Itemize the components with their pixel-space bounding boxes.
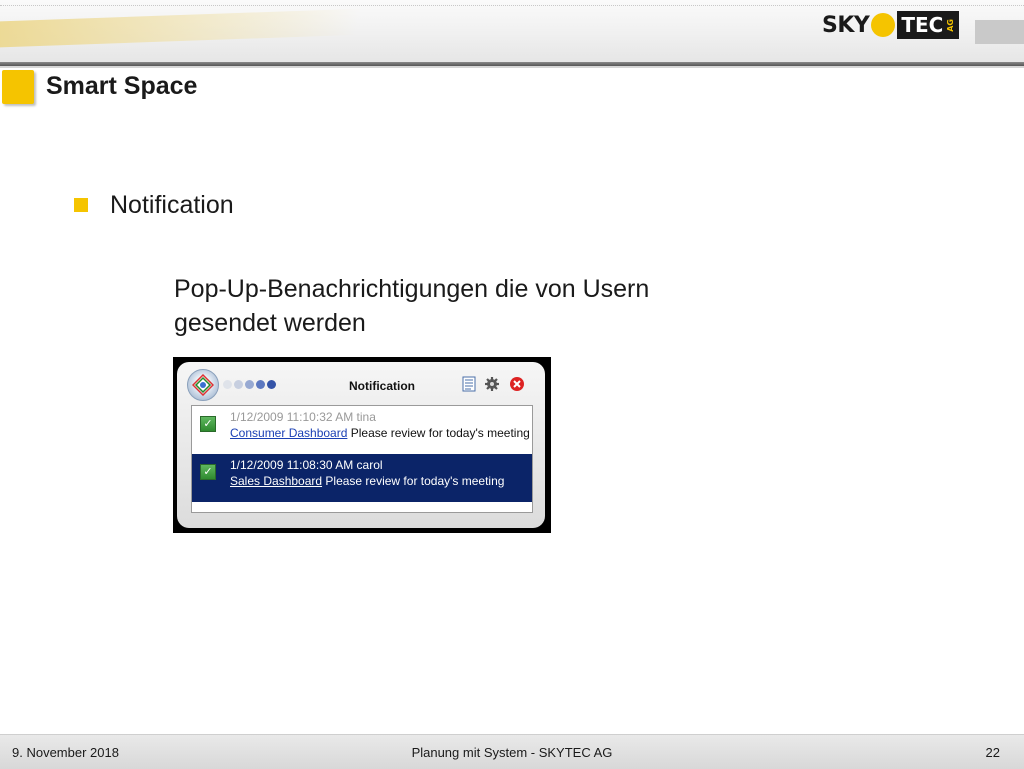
footer-center-text: Planung mit System - SKYTEC AG [411, 745, 613, 760]
app-logo-icon[interactable] [187, 369, 219, 401]
dashboard-link[interactable]: Sales Dashboard [230, 474, 322, 488]
logo-text-right-block: TEC AG [897, 11, 960, 39]
pager-dot [223, 380, 232, 389]
notification-item[interactable]: ✓ 1/12/2009 11:10:32 AM tina Consumer Da… [192, 406, 532, 454]
pager-dot [245, 380, 254, 389]
logo-grey-bar [975, 20, 1024, 44]
notification-message-line: Consumer Dashboard Please review for tod… [230, 426, 530, 440]
page-number: 22 [985, 745, 1000, 760]
close-icon[interactable] [509, 376, 525, 392]
checkbox-checked-icon[interactable]: ✓ [200, 464, 216, 480]
notification-window: Notification ✓ 1/12/2009 11:10:32 AM tin… [177, 362, 545, 528]
logo-text-left: SKY [822, 12, 870, 38]
slide-title: Smart Space [46, 72, 198, 100]
skytec-logo: SKY TEC AG [822, 10, 972, 40]
pager-dots [223, 380, 276, 389]
settings-gear-icon[interactable] [484, 376, 500, 392]
pager-dot [256, 380, 265, 389]
header-dotted-line [0, 5, 1024, 8]
notification-timestamp: 1/12/2009 11:10:32 AM tina [230, 410, 376, 424]
title-marker [2, 70, 34, 104]
logo-text-right: TEC [901, 13, 944, 37]
description-line-1: Pop-Up-Benachrichtigungen die von Usern [174, 275, 650, 303]
notification-title: Notification [349, 379, 415, 393]
logo-suffix: AG [946, 18, 956, 32]
pager-dot [234, 380, 243, 389]
bullet-text: Notification [110, 191, 234, 219]
notification-message-line: Sales Dashboard Please review for today'… [230, 474, 504, 488]
checkbox-checked-icon[interactable]: ✓ [200, 416, 216, 432]
pager-dot [267, 380, 276, 389]
description: Pop-Up-Benachrichtigungen die von Usern … [174, 272, 694, 340]
notification-screenshot: Notification ✓ 1/12/2009 11:10:32 AM tin… [173, 357, 551, 533]
footer-bar: 9. November 2018 Planung mit System - SK… [0, 734, 1024, 769]
header-divider-light [0, 66, 1024, 68]
logo-sun-icon [871, 13, 896, 37]
notification-item-selected[interactable]: ✓ 1/12/2009 11:08:30 AM carol Sales Dash… [192, 454, 532, 502]
notification-timestamp: 1/12/2009 11:08:30 AM carol [230, 458, 383, 472]
bullet-marker [74, 198, 88, 212]
notification-message: Please review for today's meeting [322, 474, 505, 488]
notification-message: Please review for today's meeting [347, 426, 530, 440]
notification-list: ✓ 1/12/2009 11:10:32 AM tina Consumer Da… [191, 405, 533, 513]
dashboard-link[interactable]: Consumer Dashboard [230, 426, 347, 440]
notification-titlebar: Notification [179, 364, 543, 401]
description-line-2: gesendet werden [174, 309, 366, 337]
notes-icon[interactable] [461, 376, 477, 392]
